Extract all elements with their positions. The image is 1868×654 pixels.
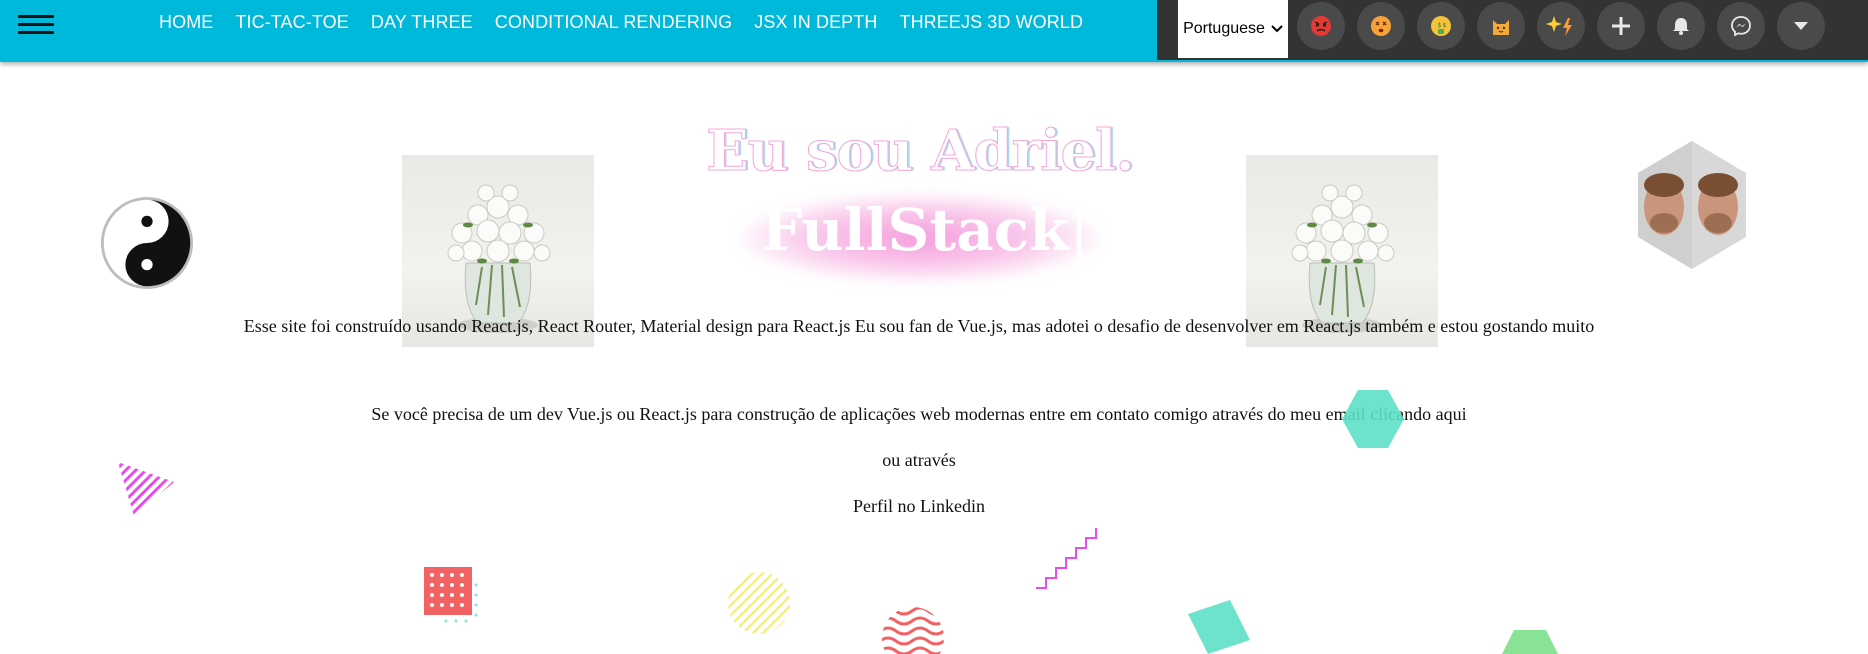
dotted-square-shape — [424, 567, 478, 623]
home-content: Eu sou Adriel. FullStack| Esse site foi … — [0, 62, 1868, 654]
contact-email-paragraph[interactable]: Se você precisa de um dev Vue.js ou Reac… — [0, 404, 1838, 425]
green-hexagon-shape — [1502, 630, 1558, 654]
language-select[interactable]: Portuguese — [1178, 0, 1288, 58]
striped-triangle-shape — [118, 462, 174, 516]
yin-yang-icon — [100, 196, 194, 290]
striped-circle-shape — [728, 572, 790, 634]
teal-hexagon-shape — [1342, 390, 1404, 448]
extension-toolbar: Portuguese $ $ — [1157, 0, 1868, 60]
linkedin-profile-link[interactable]: Perfil no Linkedin — [0, 496, 1838, 517]
plus-icon[interactable] — [1597, 2, 1645, 50]
cat-emoji-icon[interactable] — [1477, 2, 1525, 50]
sparkles-bolt-icon[interactable] — [1537, 2, 1585, 50]
svg-text:$: $ — [1443, 22, 1447, 29]
nav-link-tic-tac-toe[interactable]: TIC-TAC-TOE — [235, 12, 348, 33]
typing-cursor: | — [1069, 196, 1089, 264]
bell-icon[interactable] — [1657, 2, 1705, 50]
nav-link-day-three[interactable]: DAY THREE — [371, 12, 473, 33]
caret-down-icon[interactable] — [1777, 2, 1825, 50]
teal-diamond-shape — [1188, 600, 1250, 654]
wavy-circle-shape — [882, 607, 944, 654]
hero-subtitle: FullStack| — [720, 196, 1130, 264]
nav-link-jsx-in-depth[interactable]: JSX IN DEPTH — [754, 12, 877, 33]
about-paragraph: Esse site foi construído usando React.js… — [243, 316, 1595, 336]
profile-photo-hexagon — [1638, 141, 1746, 269]
language-select-value: Portuguese — [1183, 20, 1265, 37]
nav-link-home[interactable]: HOME — [159, 12, 213, 33]
zigzag-line-shape — [1036, 528, 1097, 589]
hero-title: Eu sou Adriel. — [706, 118, 1136, 185]
dizzy-emoji-icon[interactable] — [1357, 2, 1405, 50]
money-emoji-icon[interactable]: $ $ — [1417, 2, 1465, 50]
hero-subtitle-text: FullStack — [761, 196, 1070, 264]
messenger-icon[interactable] — [1717, 2, 1765, 50]
hamburger-menu-icon[interactable] — [18, 10, 54, 40]
contact-or-through: ou através — [882, 450, 956, 470]
nav-link-threejs-3d-world[interactable]: THREEJS 3D WORLD — [899, 12, 1083, 33]
svg-text:$: $ — [1438, 22, 1442, 29]
main-nav: HOME TIC-TAC-TOE DAY THREE CONDITIONAL R… — [159, 12, 1105, 33]
chevron-down-icon — [1271, 25, 1283, 33]
angry-emoji-icon[interactable] — [1297, 2, 1345, 50]
nav-link-conditional-rendering[interactable]: CONDITIONAL RENDERING — [495, 12, 732, 33]
